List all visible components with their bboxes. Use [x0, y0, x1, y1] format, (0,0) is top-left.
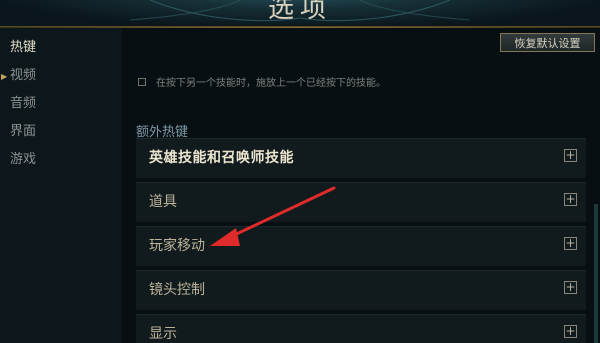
expand-plus-icon[interactable]: + — [564, 149, 577, 162]
hotkeys-panel: 恢复默认设置 在按下另一个技能时，施放上一个已经按下的技能。 额外热键 英雄技能… — [122, 28, 600, 343]
row-label: 道具 — [149, 194, 177, 210]
sidebar: ▶ 热键 视频 音频 界面 游戏 — [0, 28, 122, 343]
sidebar-item-video[interactable]: 视频 — [10, 64, 36, 83]
sidebar-item-audio[interactable]: 音频 — [10, 92, 36, 111]
row-display[interactable]: 显示 + — [136, 314, 586, 343]
sidebar-item-interface[interactable]: 界面 — [10, 120, 36, 139]
expand-plus-icon[interactable]: + — [564, 237, 577, 250]
row-player-movement[interactable]: 玩家移动 + — [136, 226, 586, 266]
row-label: 英雄技能和召唤师技能 — [149, 150, 294, 166]
expand-plus-icon[interactable]: + — [564, 325, 577, 338]
scrollbar[interactable] — [594, 204, 598, 343]
sidebar-item-game[interactable]: 游戏 — [10, 148, 36, 167]
active-indicator-icon: ▶ — [1, 72, 8, 81]
quick-cast-option: 在按下另一个技能时，施放上一个已经按下的技能。 — [138, 74, 386, 89]
row-camera-control[interactable]: 镜头控制 + — [136, 270, 586, 310]
sidebar-item-hotkeys[interactable]: 热键 — [10, 36, 36, 55]
expand-plus-icon[interactable]: + — [564, 193, 577, 206]
row-label: 显示 — [149, 326, 177, 342]
restore-defaults-button[interactable]: 恢复默认设置 — [500, 33, 595, 52]
expand-plus-icon[interactable]: + — [564, 281, 577, 294]
window-title: 选项 — [267, 0, 332, 24]
row-label: 玩家移动 — [149, 238, 205, 254]
quick-cast-checkbox[interactable] — [138, 77, 146, 86]
restore-defaults-label: 恢复默认设置 — [514, 37, 581, 50]
options-window: 选项 ▶ 热键 视频 音频 界面 游戏 恢复默认设置 在按下另一个技能时，施放上… — [0, 0, 600, 343]
header-bar: 选项 — [0, 0, 600, 28]
row-label: 镜头控制 — [149, 282, 205, 298]
row-items[interactable]: 道具 + — [136, 182, 586, 222]
quick-cast-label: 在按下另一个技能时，施放上一个已经按下的技能。 — [156, 78, 386, 89]
row-champion-summoner-abilities[interactable]: 英雄技能和召唤师技能 + — [136, 138, 586, 178]
